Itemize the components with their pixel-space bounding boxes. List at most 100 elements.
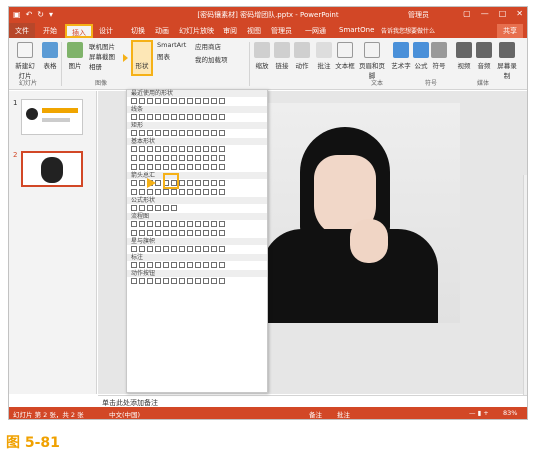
shape-item[interactable] xyxy=(147,155,153,161)
shape-item[interactable] xyxy=(139,114,145,120)
shape-item[interactable] xyxy=(131,146,137,152)
shape-item[interactable] xyxy=(171,155,177,161)
zoom-slider[interactable]: — ▮ + xyxy=(469,409,489,417)
tab-view[interactable]: 视图 xyxy=(247,26,261,36)
shape-item[interactable] xyxy=(155,130,161,136)
shape-item[interactable] xyxy=(203,230,209,236)
shape-item[interactable] xyxy=(195,189,201,195)
shape-item[interactable] xyxy=(179,180,185,186)
shape-item[interactable] xyxy=(147,98,153,104)
shape-item[interactable] xyxy=(195,146,201,152)
shape-item[interactable] xyxy=(139,98,145,104)
shape-item[interactable] xyxy=(171,221,177,227)
shape-item[interactable] xyxy=(187,189,193,195)
shape-item[interactable] xyxy=(155,114,161,120)
slide-thumbnails-pane[interactable]: 1 2 xyxy=(9,91,97,394)
shape-item[interactable] xyxy=(179,278,185,284)
comment-button[interactable]: 批注 xyxy=(315,42,333,70)
tab-transitions[interactable]: 切换 xyxy=(131,26,145,36)
shape-item[interactable] xyxy=(139,230,145,236)
online-pictures-button[interactable]: 联机图片 xyxy=(89,41,115,51)
shape-item[interactable] xyxy=(147,230,153,236)
shape-item[interactable] xyxy=(155,221,161,227)
shape-item[interactable] xyxy=(179,230,185,236)
shape-item[interactable] xyxy=(139,180,145,186)
shape-item[interactable] xyxy=(203,130,209,136)
tab-file[interactable]: 文件 xyxy=(9,23,35,38)
shape-item[interactable] xyxy=(139,246,145,252)
shape-item[interactable] xyxy=(147,130,153,136)
shape-item[interactable] xyxy=(187,262,193,268)
shape-item[interactable] xyxy=(131,230,137,236)
smartart-button[interactable]: SmartArt xyxy=(157,41,186,49)
shape-item[interactable] xyxy=(131,278,137,284)
album-button[interactable]: 相册 xyxy=(89,61,102,71)
shape-item[interactable] xyxy=(179,114,185,120)
shape-item[interactable] xyxy=(147,205,153,211)
shape-item[interactable] xyxy=(219,98,225,104)
shape-item[interactable] xyxy=(203,114,209,120)
shape-item[interactable] xyxy=(179,146,185,152)
table-button[interactable]: 表格 xyxy=(40,42,60,70)
notes-toggle[interactable]: 备注 xyxy=(309,409,322,419)
shape-item[interactable] xyxy=(219,130,225,136)
shape-item[interactable] xyxy=(187,180,193,186)
shape-item[interactable] xyxy=(211,114,217,120)
shape-item[interactable] xyxy=(195,98,201,104)
shape-item[interactable] xyxy=(219,164,225,170)
shape-item[interactable] xyxy=(195,155,201,161)
shape-item[interactable] xyxy=(155,278,161,284)
shape-item[interactable] xyxy=(163,205,169,211)
shape-item[interactable] xyxy=(171,146,177,152)
shape-item[interactable] xyxy=(171,130,177,136)
new-slide-button[interactable]: 新建幻灯片 xyxy=(13,42,37,80)
addins-button[interactable]: 我的加载项 xyxy=(195,54,228,64)
shape-item[interactable] xyxy=(155,189,161,195)
zoom-button[interactable]: 缩放 xyxy=(253,42,271,70)
shape-item[interactable] xyxy=(171,230,177,236)
shape-item[interactable] xyxy=(171,114,177,120)
shape-item[interactable] xyxy=(139,205,145,211)
shape-item[interactable] xyxy=(131,98,137,104)
shape-item[interactable] xyxy=(155,246,161,252)
close-icon[interactable]: ✕ xyxy=(516,9,523,18)
store-button[interactable]: 应用商店 xyxy=(195,41,221,51)
shape-item[interactable] xyxy=(147,189,153,195)
slide-thumbnail-1[interactable] xyxy=(21,99,83,135)
shape-item[interactable] xyxy=(187,246,193,252)
audio-button[interactable]: 音频 xyxy=(475,42,493,70)
link-button[interactable]: 链接 xyxy=(273,42,291,70)
shape-item[interactable] xyxy=(211,246,217,252)
shape-item[interactable] xyxy=(203,155,209,161)
shape-item[interactable] xyxy=(203,164,209,170)
shape-item[interactable] xyxy=(147,164,153,170)
shape-item[interactable] xyxy=(203,189,209,195)
screen-record-button[interactable]: 屏幕录制 xyxy=(495,42,519,80)
shape-item[interactable] xyxy=(203,98,209,104)
chart-button[interactable]: 图表 xyxy=(157,51,170,61)
shape-item[interactable] xyxy=(139,189,145,195)
shape-item[interactable] xyxy=(131,246,137,252)
zoom-level[interactable]: 83% xyxy=(503,409,517,417)
shape-item[interactable] xyxy=(139,262,145,268)
shape-item[interactable] xyxy=(155,98,161,104)
shape-item[interactable] xyxy=(195,262,201,268)
shape-item[interactable] xyxy=(187,221,193,227)
shape-item[interactable] xyxy=(163,189,169,195)
tab-smartone[interactable]: SmartOne xyxy=(339,26,374,34)
shape-item[interactable] xyxy=(155,146,161,152)
shape-item[interactable] xyxy=(131,262,137,268)
shape-item[interactable] xyxy=(171,246,177,252)
user-name[interactable]: 管理员 xyxy=(408,10,429,20)
screenshot-button[interactable]: 屏幕截图 xyxy=(89,51,115,61)
shape-item[interactable] xyxy=(163,278,169,284)
tab-design[interactable]: 设计 xyxy=(99,26,113,36)
video-button[interactable]: 视频 xyxy=(455,42,473,70)
shape-item[interactable] xyxy=(211,164,217,170)
shape-item[interactable] xyxy=(179,155,185,161)
pictures-button[interactable]: 图片 xyxy=(65,42,85,70)
shape-item[interactable] xyxy=(219,230,225,236)
minimize-icon[interactable]: — xyxy=(481,9,489,18)
header-footer-button[interactable]: 页眉和页脚 xyxy=(357,42,387,80)
shape-item[interactable] xyxy=(163,130,169,136)
